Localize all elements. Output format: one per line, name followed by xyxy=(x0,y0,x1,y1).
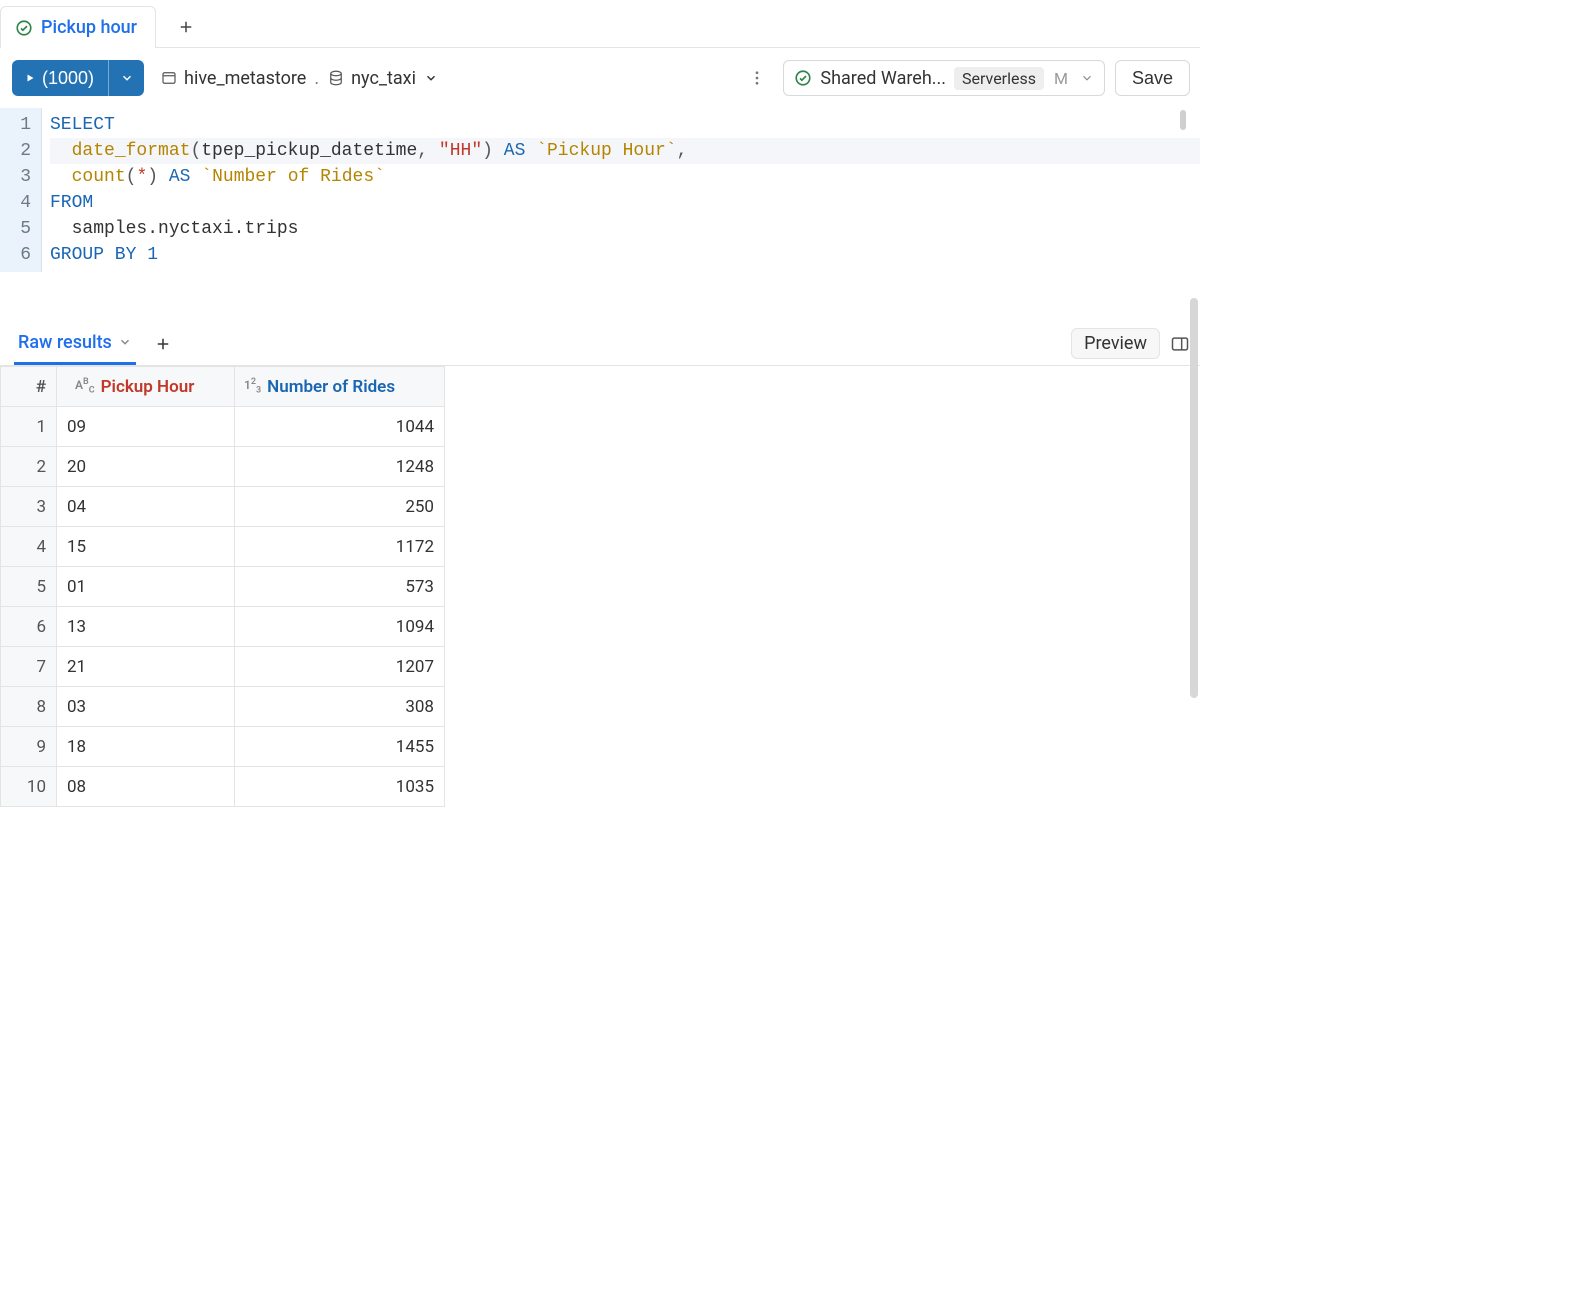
results-table: # ABC Pickup Hour 123 Number of Rides 10… xyxy=(0,366,445,807)
column-name: Number of Rides xyxy=(267,377,395,397)
cell: 573 xyxy=(235,567,445,607)
database-icon xyxy=(327,69,345,87)
cell: 08 xyxy=(57,767,235,807)
add-visualization-button[interactable] xyxy=(154,335,172,353)
warehouse-size: M xyxy=(1054,69,1068,88)
cell: 20 xyxy=(57,447,235,487)
column-header[interactable]: ABC Pickup Hour xyxy=(57,367,235,407)
row-index: 3 xyxy=(1,487,57,527)
table-row[interactable]: 803308 xyxy=(1,687,445,727)
check-circle-icon xyxy=(794,69,812,87)
row-index: 2 xyxy=(1,447,57,487)
cell: 03 xyxy=(57,687,235,727)
table-row[interactable]: 10081035 xyxy=(1,767,445,807)
cell: 1044 xyxy=(235,407,445,447)
query-tab[interactable]: Pickup hour xyxy=(0,6,156,48)
column-header[interactable]: 123 Number of Rides xyxy=(235,367,445,407)
warehouse-tag: Serverless xyxy=(954,67,1044,90)
cell: 21 xyxy=(57,647,235,687)
cell: 04 xyxy=(57,487,235,527)
editor-scrollbar[interactable] xyxy=(1180,110,1186,130)
save-button[interactable]: Save xyxy=(1115,60,1190,96)
play-icon xyxy=(24,72,36,84)
sql-editor[interactable]: 123456 SELECT date_format(tpep_pickup_da… xyxy=(0,108,1200,322)
cell: 1035 xyxy=(235,767,445,807)
cell: 13 xyxy=(57,607,235,647)
vertical-scrollbar[interactable] xyxy=(1190,298,1198,698)
row-index: 8 xyxy=(1,687,57,727)
warehouse-name: Shared Wareh... xyxy=(820,68,946,89)
table-row[interactable]: 4151172 xyxy=(1,527,445,567)
run-button[interactable]: (1000) xyxy=(12,60,108,96)
results-tab[interactable]: Raw results xyxy=(14,322,136,365)
warehouse-selector[interactable]: Shared Wareh... Serverless M xyxy=(783,60,1105,96)
number-type-icon: 123 xyxy=(244,377,261,395)
table-row[interactable]: 6131094 xyxy=(1,607,445,647)
chevron-down-icon xyxy=(118,335,132,349)
table-row[interactable]: 304250 xyxy=(1,487,445,527)
run-dropdown-button[interactable] xyxy=(108,60,144,96)
query-tab-title: Pickup hour xyxy=(41,17,137,38)
row-index-header[interactable]: # xyxy=(1,367,57,407)
row-index: 5 xyxy=(1,567,57,607)
row-index: 7 xyxy=(1,647,57,687)
cell: 1207 xyxy=(235,647,445,687)
cell: 15 xyxy=(57,527,235,567)
run-button-group: (1000) xyxy=(12,60,144,96)
panel-toggle-icon[interactable] xyxy=(1170,334,1190,354)
chevron-down-icon xyxy=(1076,71,1094,85)
cell: 1172 xyxy=(235,527,445,567)
new-tab-button[interactable] xyxy=(166,7,206,47)
table-header-row: # ABC Pickup Hour 123 Number of Rides xyxy=(1,367,445,407)
row-index: 9 xyxy=(1,727,57,767)
preview-button[interactable]: Preview xyxy=(1071,328,1160,359)
row-index: 4 xyxy=(1,527,57,567)
table-row[interactable]: 9181455 xyxy=(1,727,445,767)
cell: 1455 xyxy=(235,727,445,767)
table-row[interactable]: 1091044 xyxy=(1,407,445,447)
row-index: 6 xyxy=(1,607,57,647)
row-index: 10 xyxy=(1,767,57,807)
cell: 1248 xyxy=(235,447,445,487)
more-actions-button[interactable] xyxy=(745,66,769,90)
cell: 250 xyxy=(235,487,445,527)
row-index: 1 xyxy=(1,407,57,447)
run-limit-label: (1000) xyxy=(42,68,94,89)
table-row[interactable]: 7211207 xyxy=(1,647,445,687)
check-circle-icon xyxy=(15,19,33,37)
string-type-icon: ABC xyxy=(75,377,95,395)
context-selector[interactable]: hive_metastore . nyc_taxi xyxy=(160,68,438,89)
cell: 308 xyxy=(235,687,445,727)
cell: 09 xyxy=(57,407,235,447)
column-name: Pickup Hour xyxy=(101,377,195,397)
cell: 1094 xyxy=(235,607,445,647)
schema-name: nyc_taxi xyxy=(351,68,416,89)
editor-gutter: 123456 xyxy=(0,108,42,272)
table-row[interactable]: 2201248 xyxy=(1,447,445,487)
results-tab-label: Raw results xyxy=(18,332,112,353)
cell: 18 xyxy=(57,727,235,767)
table-row[interactable]: 501573 xyxy=(1,567,445,607)
catalog-name: hive_metastore xyxy=(184,68,306,89)
chevron-down-icon xyxy=(422,71,438,85)
cell: 01 xyxy=(57,567,235,607)
catalog-icon xyxy=(160,69,178,87)
